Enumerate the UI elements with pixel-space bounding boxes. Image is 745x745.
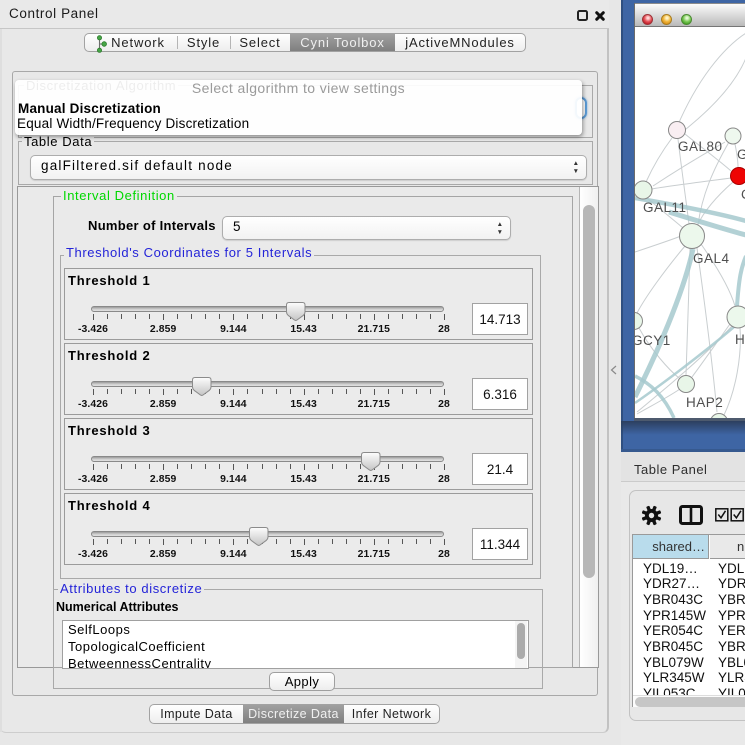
- svg-text:C: C: [741, 187, 745, 202]
- svg-text:G.: G.: [737, 147, 745, 162]
- svg-text:GAL4: GAL4: [693, 251, 730, 266]
- svg-text:HAP2: HAP2: [686, 395, 723, 410]
- svg-text:GCY1: GCY1: [635, 333, 671, 348]
- svg-text:H: H: [735, 332, 745, 347]
- svg-text:GAL80: GAL80: [678, 139, 723, 154]
- svg-text:GAL11: GAL11: [643, 200, 687, 215]
